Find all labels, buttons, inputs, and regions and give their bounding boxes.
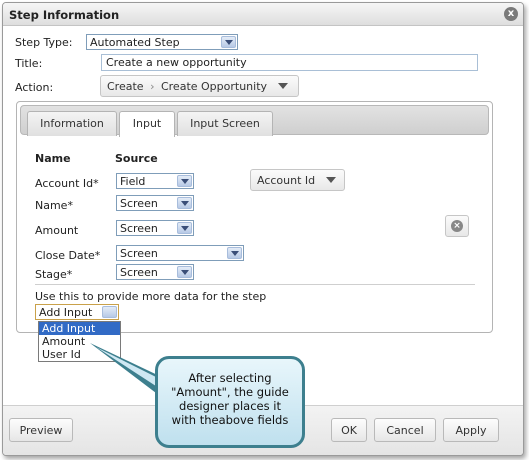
- callout-line-4: with theabove fields: [171, 413, 289, 427]
- callout-line-1: After selecting: [188, 371, 272, 385]
- callout-line-2: "Amount", the guide: [171, 385, 289, 399]
- annotation-callout: After selecting "Amount", the guide desi…: [155, 356, 305, 448]
- callout-line-3: designer places it: [179, 399, 281, 413]
